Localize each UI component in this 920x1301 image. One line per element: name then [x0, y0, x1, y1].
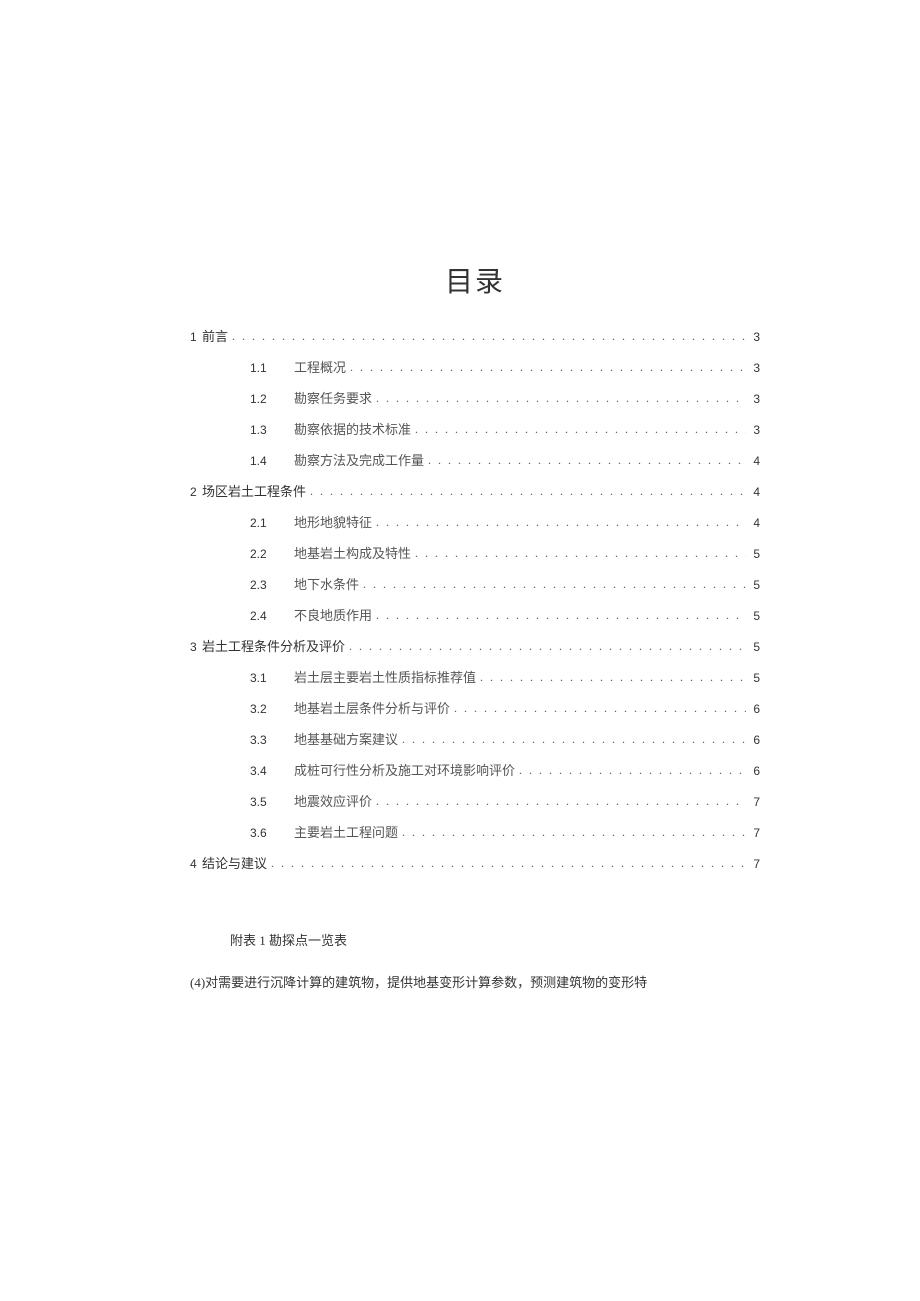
toc-page-number: 5 — [750, 672, 760, 684]
toc-leader-dots — [415, 547, 746, 559]
toc-number: 2.3 — [250, 579, 280, 591]
toc-number: 3.1 — [250, 672, 280, 684]
document-page: 目录 1 前言31.1工程概况31.2勘察任务要求31.3勘察依据的技术标准31… — [0, 0, 920, 994]
toc-page-number: 3 — [750, 362, 760, 374]
toc-page-number: 4 — [750, 517, 760, 529]
toc-entry: 3 岩土工程条件分析及评价 5 — [190, 640, 760, 653]
toc-text: 地震效应评价 — [294, 795, 372, 808]
page-title: 目录 — [190, 260, 760, 300]
toc-leader-dots — [376, 609, 746, 621]
toc-page-number: 6 — [750, 703, 760, 715]
toc-leader-dots — [271, 857, 746, 869]
toc-text: 前言 — [202, 329, 228, 344]
toc-page-number: 7 — [750, 796, 760, 808]
toc-page-number: 6 — [750, 765, 760, 777]
toc-number: 2 — [190, 485, 197, 499]
toc-text: 地下水条件 — [294, 578, 359, 591]
toc-text: 勘察方法及完成工作量 — [294, 454, 424, 467]
toc-number: 2.2 — [250, 548, 280, 560]
table-of-contents: 1 前言 3 1.1 工程概况 3 1.2 勘察任务要求 3 1.3 勘察依据的技术标准 3 1.4 勘… — [190, 330, 760, 870]
toc-number: 1.1 — [250, 362, 280, 374]
toc-number: 1.2 — [250, 393, 280, 405]
toc-leader-dots — [480, 671, 746, 683]
toc-entry: 3.6 主要岩土工程问题 7 — [190, 826, 760, 839]
toc-leader-dots — [402, 733, 746, 745]
toc-number: 2.4 — [250, 610, 280, 622]
toc-number: 3 — [190, 640, 197, 654]
toc-entry: 1.1 工程概况 3 — [190, 361, 760, 374]
toc-page-number: 5 — [750, 641, 760, 653]
toc-leader-dots — [349, 640, 746, 652]
toc-entry: 2.1 地形地貌特征 4 — [190, 516, 760, 529]
toc-entry: 1 前言 3 — [190, 330, 760, 343]
toc-number: 3.2 — [250, 703, 280, 715]
toc-text: 岩土层主要岩土性质指标推荐值 — [294, 671, 476, 684]
toc-text: 勘察任务要求 — [294, 392, 372, 405]
toc-number: 3.6 — [250, 827, 280, 839]
toc-entry: 3.3 地基基础方案建议 6 — [190, 733, 760, 746]
toc-leader-dots — [232, 330, 746, 342]
appendix-line: 附表 1 勘探点一览表 — [190, 930, 760, 949]
footnote-text: (4)对需要进行沉降计算的建筑物，提供地基变形计算参数，预测建筑物的变形特 — [190, 973, 760, 994]
toc-text: 不良地质作用 — [294, 609, 372, 622]
toc-page-number: 3 — [750, 393, 760, 405]
toc-entry: 1.3 勘察依据的技术标准 3 — [190, 423, 760, 436]
toc-text: 结论与建议 — [202, 856, 267, 871]
toc-page-number: 4 — [750, 486, 760, 498]
toc-text: 地基岩土构成及特性 — [294, 547, 411, 560]
toc-page-number: 6 — [750, 734, 760, 746]
toc-number: 3.5 — [250, 796, 280, 808]
toc-entry: 1.2 勘察任务要求 3 — [190, 392, 760, 405]
toc-number: 3.4 — [250, 765, 280, 777]
toc-text: 主要岩土工程问题 — [294, 826, 398, 839]
toc-text: 岩土工程条件分析及评价 — [202, 639, 345, 654]
toc-entry: 2 场区岩土工程条件 4 — [190, 485, 760, 498]
toc-label: 4 结论与建议 — [190, 857, 267, 870]
toc-text: 勘察依据的技术标准 — [294, 423, 411, 436]
toc-number: 3.3 — [250, 734, 280, 746]
toc-text: 地基岩土层条件分析与评价 — [294, 702, 450, 715]
toc-leader-dots — [310, 485, 746, 497]
toc-entry: 3.2 地基岩土层条件分析与评价 6 — [190, 702, 760, 715]
toc-leader-dots — [376, 516, 746, 528]
toc-entry: 2.3 地下水条件 5 — [190, 578, 760, 591]
toc-page-number: 5 — [750, 579, 760, 591]
toc-number: 1.3 — [250, 424, 280, 436]
toc-leader-dots — [402, 826, 746, 838]
toc-number: 1.4 — [250, 455, 280, 467]
toc-text: 地形地貌特征 — [294, 516, 372, 529]
toc-leader-dots — [454, 702, 746, 714]
toc-entry: 2.2 地基岩土构成及特性 5 — [190, 547, 760, 560]
toc-leader-dots — [376, 392, 746, 404]
toc-entry: 3.4 成桩可行性分析及施工对环境影响评价 6 — [190, 764, 760, 777]
toc-page-number: 7 — [750, 827, 760, 839]
toc-page-number: 3 — [750, 424, 760, 436]
toc-text: 地基基础方案建议 — [294, 733, 398, 746]
toc-entry: 4 结论与建议 7 — [190, 857, 760, 870]
toc-leader-dots — [519, 764, 746, 776]
toc-entry: 2.4 不良地质作用 5 — [190, 609, 760, 622]
toc-text: 工程概况 — [294, 361, 346, 374]
toc-number: 4 — [190, 857, 197, 871]
toc-entry: 3.1 岩土层主要岩土性质指标推荐值 5 — [190, 671, 760, 684]
toc-leader-dots — [415, 423, 746, 435]
toc-leader-dots — [376, 795, 746, 807]
toc-text: 场区岩土工程条件 — [202, 484, 306, 499]
toc-page-number: 7 — [750, 858, 760, 870]
toc-number: 1 — [190, 330, 197, 344]
toc-entry: 1.4 勘察方法及完成工作量 4 — [190, 454, 760, 467]
toc-label: 2 场区岩土工程条件 — [190, 485, 306, 498]
toc-leader-dots — [428, 454, 746, 466]
toc-leader-dots — [363, 578, 746, 590]
toc-page-number: 5 — [750, 548, 760, 560]
toc-text: 成桩可行性分析及施工对环境影响评价 — [294, 764, 515, 777]
toc-label: 1 前言 — [190, 330, 228, 343]
toc-label: 3 岩土工程条件分析及评价 — [190, 640, 345, 653]
toc-page-number: 5 — [750, 610, 760, 622]
toc-page-number: 3 — [750, 331, 760, 343]
toc-entry: 3.5 地震效应评价 7 — [190, 795, 760, 808]
toc-leader-dots — [350, 361, 746, 373]
toc-page-number: 4 — [750, 455, 760, 467]
toc-number: 2.1 — [250, 517, 280, 529]
